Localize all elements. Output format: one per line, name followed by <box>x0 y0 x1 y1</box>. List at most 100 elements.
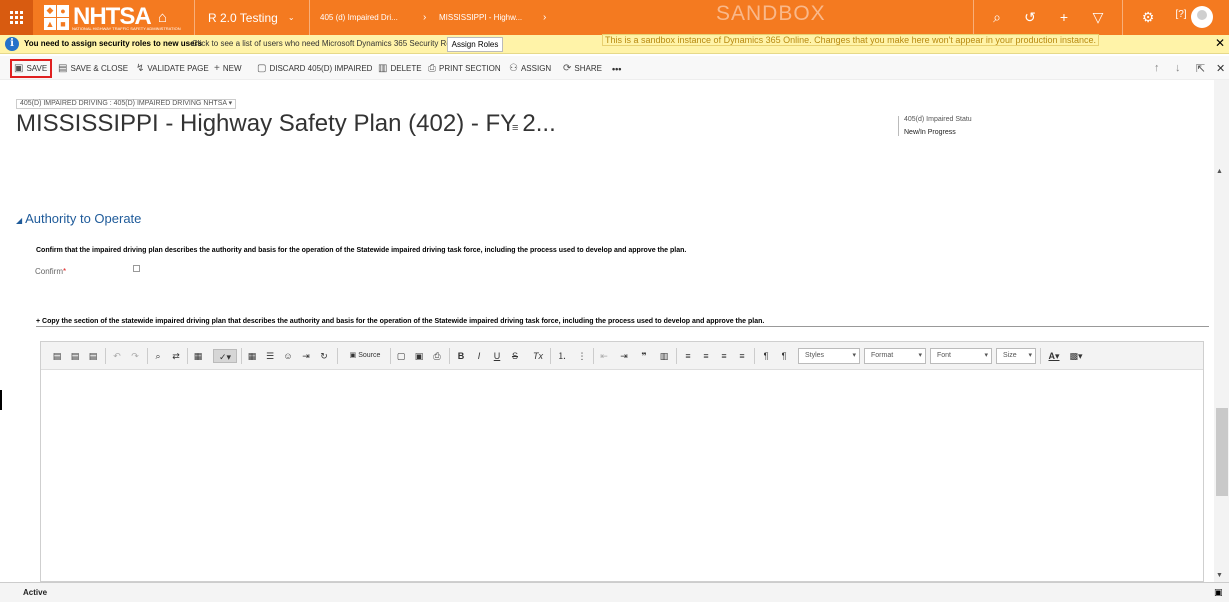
caret-down-icon: ▾ <box>228 100 233 107</box>
special-char-icon[interactable]: ⇥ <box>300 349 312 363</box>
brand-logo[interactable]: ◆ ● ▲ ■ NHTSA NATIONAL HIGHWAY TRAFFIC SAFE… <box>44 3 181 31</box>
source-button[interactable]: ▣ Source <box>343 349 387 363</box>
nav-divider <box>194 0 195 35</box>
align-right-icon[interactable]: ≡ <box>718 349 730 363</box>
delete-button[interactable]: ▥ DELETE <box>378 61 422 76</box>
menu-icon[interactable]: ≡ <box>512 122 518 134</box>
app-launcher-button[interactable] <box>0 0 33 35</box>
font-dropdown[interactable]: Font <box>930 348 992 364</box>
filter-icon[interactable]: ▽ <box>1089 9 1107 26</box>
size-dropdown[interactable]: Size <box>996 348 1036 364</box>
discard-button[interactable]: ▢ DISCARD 405(D) IMPAIRED <box>257 61 372 76</box>
justify-icon[interactable]: ≡ <box>736 349 748 363</box>
replace-icon[interactable]: ⇄ <box>170 349 182 363</box>
format-dropdown[interactable]: Format <box>864 348 926 364</box>
paste-text-icon[interactable]: ▤ <box>69 349 81 363</box>
outdent-icon[interactable]: ⇤ <box>598 349 610 363</box>
numbered-list-icon[interactable]: ⒈ <box>556 349 568 363</box>
spellcheck-icon[interactable]: ✓▾ <box>213 349 237 363</box>
security-roles-link[interactable]: Click to see a list of users who need Mi… <box>192 39 463 48</box>
align-left-icon[interactable]: ≡ <box>682 349 694 363</box>
find-icon[interactable]: ⌕ <box>152 349 164 363</box>
history-icon[interactable]: ↺ <box>1021 9 1039 26</box>
undo-icon[interactable]: ↶ <box>111 349 123 363</box>
add-icon[interactable]: + <box>1055 9 1073 25</box>
ltr-icon[interactable]: ¶ <box>759 349 773 363</box>
form-selector[interactable]: 405(D) IMPAIRED DRIVING : 405(D) IMPAIRE… <box>16 99 237 109</box>
popout-icon[interactable]: ⇱ <box>1196 62 1205 75</box>
redo-icon[interactable]: ↷ <box>129 349 141 363</box>
discard-label: DISCARD 405(D) IMPAIRED <box>269 64 373 73</box>
align-center-icon[interactable]: ≡ <box>700 349 712 363</box>
confirm-checkbox[interactable] <box>133 265 140 272</box>
arrow-up-icon[interactable]: ↑ <box>1154 62 1160 74</box>
smiley-icon[interactable]: ☺ <box>282 349 294 363</box>
save-close-button[interactable]: ▤ SAVE & CLOSE <box>58 61 128 76</box>
remove-format-icon[interactable]: Tx <box>531 349 545 363</box>
paste-word-icon[interactable]: ▤ <box>87 349 99 363</box>
user-avatar[interactable] <box>1191 6 1213 28</box>
header-field-label: 405(d) Impaired Statu <box>904 116 972 123</box>
home-icon[interactable]: ⌂ <box>158 9 167 26</box>
rich-text-editor[interactable]: ▤ ▤ ▤ ↶ ↷ ⌕ ⇄ ▦ ✓▾ ▦ ☰ ☺ ⇥ ↻ ▣ Source ▢ … <box>40 341 1204 582</box>
toolbar-divider <box>105 348 106 364</box>
size-label: Size <box>1003 352 1017 359</box>
new-page-icon[interactable]: ▢ <box>395 349 407 363</box>
share-button[interactable]: ⟳ SHARE <box>563 61 602 76</box>
trash-icon: ▥ <box>378 63 388 74</box>
refresh-icon[interactable]: ↻ <box>318 349 330 363</box>
page-scrollbar[interactable] <box>1214 80 1229 582</box>
collapse-icon: ◢ <box>16 216 23 225</box>
bullet-list-icon[interactable]: ⋮ <box>576 349 588 363</box>
new-label: NEW <box>222 64 242 73</box>
breadcrumb-record-label: MISSISSIPPI - Highw... <box>439 13 523 22</box>
assign-roles-button[interactable]: Assign Roles <box>447 37 503 52</box>
page-scrollbar-thumb[interactable] <box>1216 408 1228 496</box>
section-authority-to-operate[interactable]: ◢ Authority to Operate <box>16 211 141 226</box>
div-icon[interactable]: ▥ <box>658 349 670 363</box>
strikethrough-icon[interactable]: S <box>509 349 521 363</box>
more-commands-button[interactable]: ••• <box>612 61 621 76</box>
print-section-button[interactable]: ⎙ PRINT SECTION <box>428 61 501 76</box>
horizontal-line-icon[interactable]: ☰ <box>264 349 276 363</box>
close-icon[interactable]: ✕ <box>1216 62 1225 75</box>
bold-icon[interactable]: B <box>455 349 467 363</box>
assign-label: ASSIGN <box>520 64 552 73</box>
section-title-label: Authority to Operate <box>25 211 142 226</box>
indent-icon[interactable]: ⇥ <box>618 349 630 363</box>
assign-button[interactable]: ⚇ ASSIGN <box>509 61 551 76</box>
blockquote-icon[interactable]: ❞ <box>638 349 650 363</box>
scroll-down-icon[interactable]: ▼ <box>1216 572 1223 579</box>
validate-page-button[interactable]: ↯ VALIDATE PAGE <box>136 61 209 76</box>
underline-icon[interactable]: U <box>491 349 503 363</box>
assign-icon: ⚇ <box>509 63 518 74</box>
confirm-field-label: Confirm* <box>35 267 66 276</box>
scroll-up-icon[interactable]: ▲ <box>1216 168 1223 175</box>
breadcrumb-entity-label: 405 (d) Impaired Dri... <box>320 13 398 22</box>
save-highlight <box>10 59 52 78</box>
preview-icon[interactable]: ▣ <box>413 349 425 363</box>
select-all-icon[interactable]: ▦ <box>192 349 204 363</box>
close-icon[interactable]: ✕ <box>1215 36 1225 50</box>
arrow-down-icon[interactable]: ↓ <box>1175 62 1181 74</box>
validate-label: VALIDATE PAGE <box>147 64 209 73</box>
search-icon[interactable]: ⌕ <box>988 9 1006 26</box>
breadcrumb-entity[interactable]: 405 (d) Impaired Dri... <box>320 0 398 35</box>
rtl-icon[interactable]: ¶ <box>777 349 791 363</box>
source-label: Source <box>358 352 381 359</box>
app-name: R 2.0 Testing <box>208 10 278 25</box>
table-icon[interactable]: ▦ <box>246 349 258 363</box>
text-color-icon[interactable]: A▾ <box>1044 349 1064 363</box>
background-color-icon[interactable]: ▩▾ <box>1066 349 1086 363</box>
italic-icon[interactable]: I <box>473 349 485 363</box>
paste-icon[interactable]: ▤ <box>51 349 63 363</box>
styles-dropdown[interactable]: Styles <box>798 348 860 364</box>
app-switcher[interactable]: R 2.0 Testing ⌄ <box>208 0 295 35</box>
divider <box>36 326 1209 327</box>
print-icon[interactable]: ⎙ <box>431 349 443 363</box>
breadcrumb-record[interactable]: MISSISSIPPI - Highw... <box>439 0 522 35</box>
help-icon[interactable]: [?] <box>1172 9 1190 20</box>
gear-icon[interactable]: ⚙ <box>1139 9 1157 26</box>
new-button[interactable]: + NEW <box>214 61 242 76</box>
save-icon[interactable]: ▣ <box>1214 587 1223 598</box>
